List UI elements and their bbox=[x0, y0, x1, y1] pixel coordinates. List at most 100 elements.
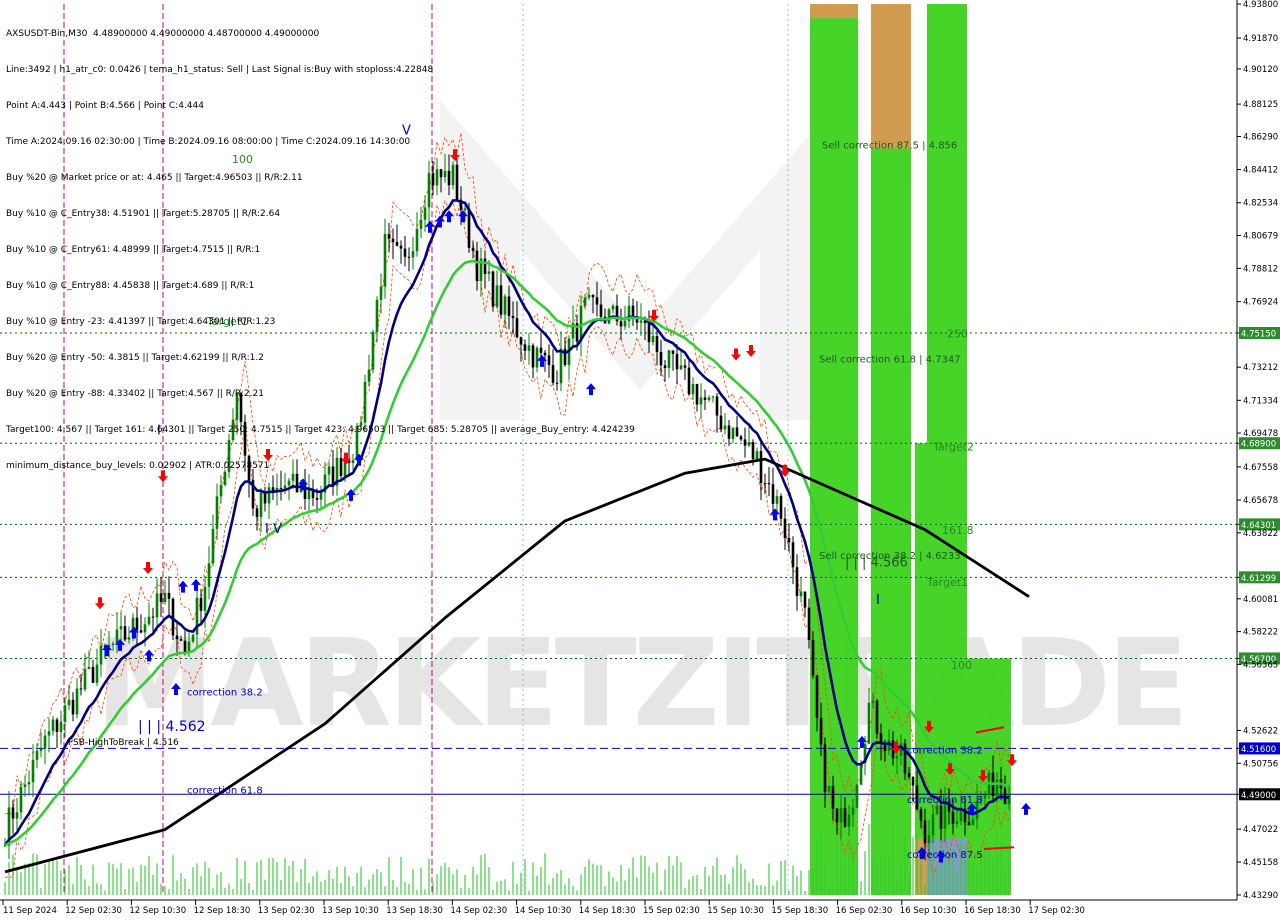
candle-body bbox=[87, 666, 91, 670]
candle-body bbox=[183, 640, 187, 653]
price-tick-label: 4.65678 bbox=[1243, 496, 1278, 506]
candle-body bbox=[255, 508, 259, 518]
candle-body bbox=[51, 719, 55, 732]
candle-body bbox=[647, 323, 651, 343]
candle-body bbox=[11, 807, 15, 819]
candle-body bbox=[923, 820, 927, 844]
fib-zone bbox=[810, 4, 858, 895]
candle-body bbox=[663, 365, 667, 369]
annotation-correction-618-right: correction 61.8 bbox=[907, 795, 983, 806]
candle-body bbox=[951, 811, 955, 824]
candle-body bbox=[919, 809, 923, 821]
candle-body bbox=[807, 607, 811, 640]
info-line: Buy %20 @ Entry -88: 4.33402 || Target:4… bbox=[6, 389, 264, 399]
candle-body bbox=[995, 779, 999, 797]
candle-body bbox=[727, 425, 731, 439]
chart-root: MARKETZITRADE Target1 100 correction 38.2 c… bbox=[0, 0, 1280, 920]
info-line: Buy %10 @ C_Entry88: 4.45838 || Target:4… bbox=[6, 281, 255, 291]
time-tick-label: 16 Sep 02:30 bbox=[836, 906, 893, 916]
candle-body bbox=[907, 773, 911, 777]
candle-body bbox=[875, 700, 879, 734]
candle-body bbox=[755, 451, 759, 460]
candle-body bbox=[659, 351, 663, 366]
info-line: AXSUSDT-Bin,M30 4.48900000 4.49000000 4.… bbox=[6, 29, 320, 39]
candle-body bbox=[135, 617, 139, 631]
candle-body bbox=[99, 645, 103, 665]
candle-body bbox=[43, 735, 47, 749]
time-tick-label: 15 Sep 02:30 bbox=[643, 906, 700, 916]
price-tick-label: 4.63822 bbox=[1243, 529, 1278, 539]
candle-body bbox=[811, 639, 815, 676]
candle-body bbox=[795, 567, 799, 597]
info-line: Point A:4.443 | Point B:4.566 | Point C:… bbox=[6, 101, 204, 111]
candle-body bbox=[39, 748, 43, 751]
candle-body bbox=[143, 624, 147, 633]
candle-body bbox=[931, 813, 935, 836]
candle-body bbox=[683, 365, 687, 368]
annotation-correction-382-right: correction 38.2 bbox=[907, 746, 983, 757]
price-tick-label: 4.93800 bbox=[1243, 0, 1278, 10]
candle-body bbox=[735, 427, 739, 437]
info-line: Buy %20 @ Market price or at: 4.465 || T… bbox=[6, 173, 303, 183]
fib-zone bbox=[871, 4, 911, 149]
candle-body bbox=[799, 591, 803, 597]
candle-body bbox=[95, 664, 99, 683]
candle-body bbox=[119, 626, 123, 630]
annotation-correction-875-right: correction 87.5 bbox=[907, 850, 983, 861]
info-line: Buy %20 @ Entry -50: 4.3815 || Target:4.… bbox=[6, 353, 264, 363]
time-tick-label: 13 Sep 10:30 bbox=[322, 906, 379, 916]
price-tick-label: 4.73212 bbox=[1243, 363, 1278, 373]
info-line: Target100: 4.567 || Target 161: 4.64301 … bbox=[6, 425, 635, 435]
price-tick-label: 4.47022 bbox=[1243, 825, 1278, 835]
time-tick-label: 13 Sep 02:30 bbox=[258, 906, 315, 916]
price-tick-label: 4.60081 bbox=[1243, 595, 1278, 605]
candle-body bbox=[207, 563, 211, 587]
annotation-100-right: 100 bbox=[951, 659, 972, 672]
candle-body bbox=[887, 740, 891, 751]
candle-body bbox=[159, 593, 163, 602]
candle-body bbox=[903, 743, 907, 774]
price-tick-label: 4.67558 bbox=[1243, 463, 1278, 473]
price-tick-label: 4.71334 bbox=[1243, 396, 1278, 406]
candle-body bbox=[835, 808, 839, 823]
info-line: minimum_distance_buy_levels: 0.02902 | A… bbox=[6, 461, 270, 471]
candle-body bbox=[31, 759, 35, 783]
candle-body bbox=[191, 634, 195, 642]
info-line: Line:3492 | h1_atr_c0: 0.0426 | tema_h1_… bbox=[6, 65, 434, 75]
candle-body bbox=[751, 442, 755, 460]
time-tick-label: 14 Sep 02:30 bbox=[450, 906, 507, 916]
info-line: Buy %10 @ C_Entry38: 4.51901 || Target:5… bbox=[6, 209, 281, 219]
candle-body bbox=[911, 776, 915, 786]
candle-body bbox=[855, 784, 859, 808]
candle-body bbox=[967, 822, 971, 826]
candle-body bbox=[747, 442, 751, 446]
candle-body bbox=[791, 542, 795, 568]
candle-body bbox=[839, 808, 843, 823]
candle-body bbox=[667, 350, 671, 369]
candle-body bbox=[199, 597, 203, 611]
price-tick-label: 4.88125 bbox=[1243, 100, 1278, 110]
candle-body bbox=[971, 819, 975, 826]
price-tick-label: 4.78812 bbox=[1243, 264, 1278, 274]
candle-body bbox=[123, 626, 127, 640]
time-tick-label: 12 Sep 10:30 bbox=[129, 906, 186, 916]
candle-body bbox=[155, 593, 159, 618]
candle-body bbox=[211, 528, 215, 564]
candle-body bbox=[111, 643, 115, 646]
time-tick-label: 14 Sep 10:30 bbox=[515, 906, 572, 916]
candle-body bbox=[743, 439, 747, 446]
candle-body bbox=[687, 367, 691, 395]
price-label-text: 4.51600 bbox=[1241, 745, 1276, 755]
candle-body bbox=[147, 616, 151, 625]
candle-body bbox=[899, 743, 903, 756]
time-tick-label: 16 Sep 10:30 bbox=[900, 906, 957, 916]
candle-body bbox=[163, 592, 167, 602]
annotation-correction-618: correction 61.8 bbox=[187, 785, 263, 796]
candle-body bbox=[151, 616, 155, 618]
candle-body bbox=[859, 763, 863, 785]
candle-body bbox=[651, 336, 655, 343]
candle-body bbox=[71, 699, 75, 715]
candle-body bbox=[315, 498, 319, 500]
candle-body bbox=[47, 731, 51, 736]
candle-body bbox=[827, 785, 831, 792]
